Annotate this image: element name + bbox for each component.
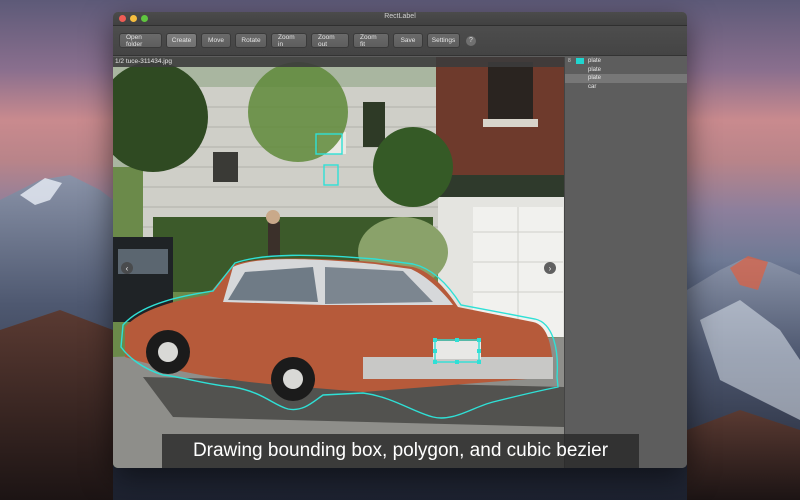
help-icon[interactable]: ?: [466, 35, 476, 46]
label-row-selected[interactable]: plate: [565, 74, 687, 83]
open-folder-button[interactable]: Open folder: [119, 33, 162, 48]
rotate-button[interactable]: Rotate: [235, 33, 267, 48]
labels-panel: 8 plate plate plate car: [564, 57, 687, 468]
label-row[interactable]: plate: [565, 66, 687, 75]
next-image-icon[interactable]: ›: [544, 262, 556, 274]
workspace: 1/2 tuce-311434.jpg ‹ › 8 plate plate pl…: [113, 57, 687, 468]
image-canvas[interactable]: 1/2 tuce-311434.jpg ‹ ›: [113, 57, 564, 468]
app-window: RectLabel Open folder Create Move Rotate…: [113, 12, 687, 468]
label-color-swatch[interactable]: [576, 58, 584, 65]
label-color-swatch: [576, 84, 584, 90]
settings-button[interactable]: Settings: [427, 33, 460, 48]
previous-image-icon[interactable]: ‹: [121, 262, 133, 274]
label-row[interactable]: car: [565, 83, 687, 92]
label-name: plate: [588, 58, 602, 65]
move-button[interactable]: Move: [201, 33, 231, 48]
label-name: car: [588, 83, 597, 90]
zoom-fit-button[interactable]: Zoom fit: [353, 33, 389, 48]
file-name-label: 1/2 tuce-311434.jpg: [113, 57, 564, 67]
toolbar: Open folder Create Move Rotate Zoom in Z…: [113, 26, 687, 56]
label-color-swatch: [576, 75, 584, 81]
title-bar[interactable]: RectLabel: [113, 12, 687, 26]
label-name: plate: [588, 66, 602, 73]
label-color-swatch: [576, 67, 584, 73]
label-number: 8: [568, 58, 571, 65]
caption-overlay: Drawing bounding box, polygon, and cubic…: [162, 434, 639, 468]
label-row[interactable]: 8 plate: [565, 57, 687, 66]
zoom-out-button[interactable]: Zoom out: [311, 33, 349, 48]
photo-scene: [113, 57, 564, 468]
zoom-in-button[interactable]: Zoom in: [271, 33, 307, 48]
save-button[interactable]: Save: [393, 33, 423, 48]
create-button[interactable]: Create: [166, 33, 197, 48]
label-name: plate: [588, 75, 602, 82]
window-title: RectLabel: [384, 13, 416, 20]
